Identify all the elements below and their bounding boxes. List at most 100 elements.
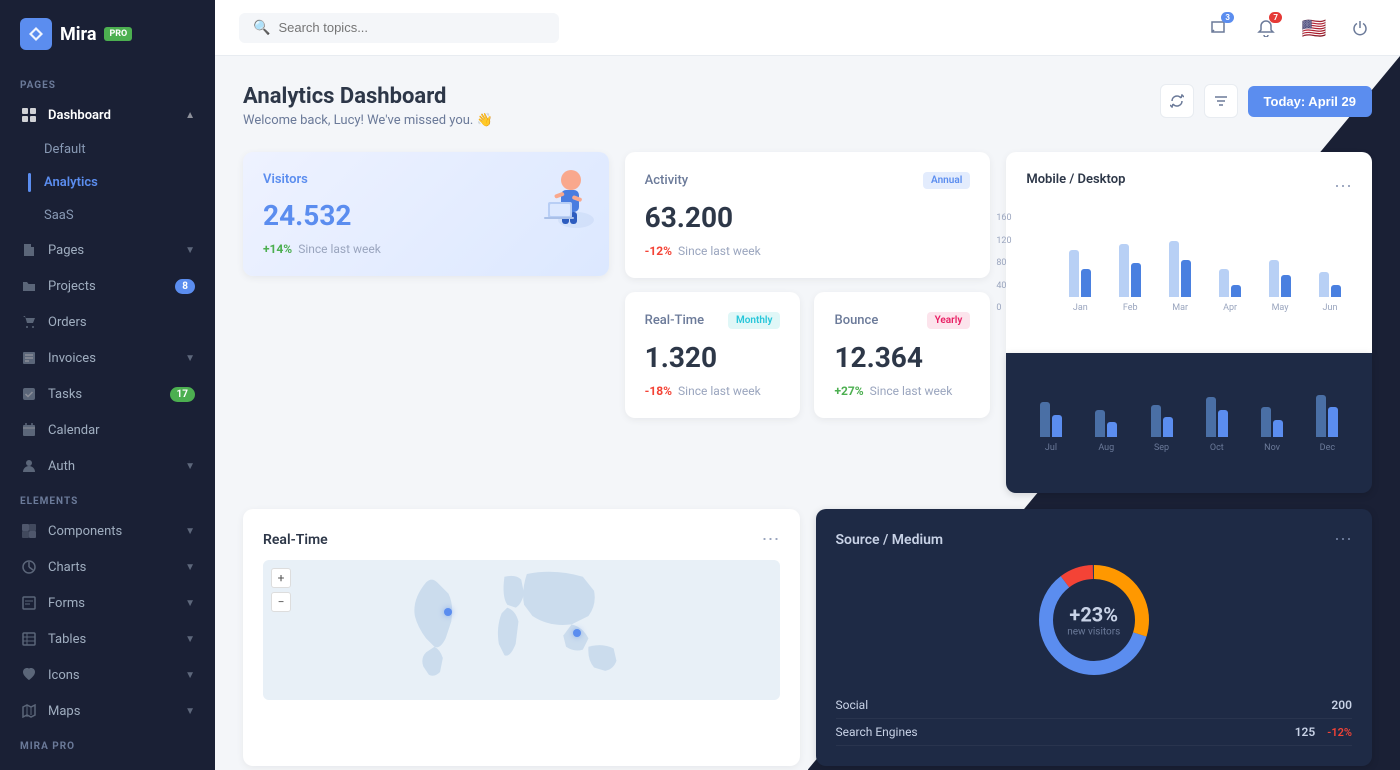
bar-dark-jul [1052,415,1062,438]
bar-dark-jan [1081,269,1091,297]
sidebar-item-components[interactable]: Components ▼ [0,513,215,549]
flag-button[interactable]: 🇺🇸 [1296,10,1332,46]
bar-chart-dark: Jul AugSepOct Nov Dec [1026,373,1352,473]
sidebar-item-projects[interactable]: Projects 8 [0,268,215,304]
bar-group-aug: Aug [1082,410,1131,454]
sidebar-item-icons[interactable]: Icons ▼ [0,657,215,693]
bar-group-jun: Jun [1308,272,1352,313]
notif-badge: 7 [1269,12,1282,23]
sidebar-item-orders[interactable]: Orders [0,304,215,340]
bar-dark-nov [1273,420,1283,438]
check-icon [20,385,38,403]
bar-dark-feb [1131,263,1141,297]
components-chevron: ▼ [185,526,195,537]
user-icon [20,457,38,475]
filter-button[interactable] [1204,84,1238,118]
source-header: Source / Medium ⋯ [836,529,1353,550]
sidebar-item-auth[interactable]: Auth ▼ [0,448,215,484]
mobile-chart-more[interactable]: ⋯ [1334,176,1352,197]
mobile-desktop-card-light: Mobile / Desktop ⋯ 160 120 80 40 0 [1006,152,1372,353]
sidebar-item-analytics[interactable]: Analytics [0,166,215,199]
realtime-value: 1.320 [645,341,781,374]
power-button[interactable] [1344,12,1376,44]
file-icon [20,241,38,259]
today-button[interactable]: Today: April 29 [1248,86,1372,117]
chat-badge: 3 [1221,12,1234,23]
sidebar-item-tables[interactable]: Tables ▼ [0,621,215,657]
bar-label-jan: Jan [1073,303,1088,313]
sidebar-item-calendar[interactable]: Calendar [0,412,215,448]
bar-chart-wrapper: 160 120 80 40 0 JanFebMarAprMayJun [1026,213,1352,333]
zoom-out-button[interactable]: − [271,592,291,612]
bar-group-may: May [1258,260,1302,314]
bar-group-sep: Sep [1137,405,1186,454]
maps-label: Maps [48,704,80,719]
sidebar-item-tasks[interactable]: Tasks 17 [0,376,215,412]
chat-button[interactable]: 3 [1200,10,1236,46]
bar-dark-jun [1331,285,1341,298]
realtime-stat-card: Real-Time Monthly 1.320 -18% Since last … [625,292,801,418]
refresh-button[interactable] [1160,84,1194,118]
source-search-change: -12% [1327,726,1352,739]
icons-chevron: ▼ [185,670,195,681]
pages-chevron: ▼ [185,245,195,256]
bar-light-mar [1169,241,1179,297]
bar-label-jun: Jun [1323,303,1338,313]
projects-badge: 8 [175,279,195,294]
sidebar-item-invoices[interactable]: Invoices ▼ [0,340,215,376]
app-name: Mira [60,24,96,45]
sidebar-item-default[interactable]: Default [0,133,215,166]
source-item-search: Search Engines 125 -12% [836,719,1353,746]
realtime-map-card: Real-Time ⋯ + − [243,509,800,766]
bounce-change-label: Since last week [870,384,953,398]
sidebar-item-forms[interactable]: Forms ▼ [0,585,215,621]
app-logo[interactable]: Mira PRO [0,0,215,68]
sidebar-item-saas[interactable]: SaaS [0,199,215,232]
sidebar-item-dashboard[interactable]: Dashboard ▲ [0,97,215,133]
bottom-stats-pair: Real-Time Monthly 1.320 -18% Since last … [625,292,991,418]
header-actions: Today: April 29 [1160,84,1372,118]
bar-group-dec: Dec [1303,395,1352,454]
bar-light-jun [1319,272,1329,297]
realtime-change-pct: -18% [645,384,672,398]
charts-icon [20,558,38,576]
bar-group-oct: Oct [1192,397,1241,453]
notifications-button[interactable]: 7 [1248,10,1284,46]
search-input[interactable] [278,20,545,35]
realtime-map-more[interactable]: ⋯ [762,529,780,550]
bar-label-jul: Jul [1045,443,1057,453]
map-dot-1 [573,629,581,637]
sidebar-item-maps[interactable]: Maps ▼ [0,693,215,729]
charts-chevron: ▼ [185,562,195,573]
tasks-label: Tasks [48,387,82,402]
source-more[interactable]: ⋯ [1334,529,1352,550]
bar-light-may [1269,260,1279,298]
y-axis: 160 120 80 40 0 [996,213,1011,313]
activity-value: 63.200 [645,201,971,234]
content-inner: Analytics Dashboard Welcome back, Lucy! … [243,84,1372,770]
top-stats-section: Visitors 24.532 +14% Since last week [243,152,1372,493]
icons-label: Icons [48,668,80,683]
realtime-change-label: Since last week [678,384,761,398]
visitors-change: +14% Since last week [263,242,589,256]
zoom-in-button[interactable]: + [271,568,291,588]
heart-icon [20,666,38,684]
mobile-chart-title: Mobile / Desktop [1026,172,1125,187]
activity-card: Activity Annual 63.200 -12% Since last w… [625,152,991,278]
calendar-icon [20,421,38,439]
bar-label-apr: Apr [1223,303,1237,313]
sidebar-item-charts[interactable]: Charts ▼ [0,549,215,585]
bar-label-nov: Nov [1264,443,1280,453]
default-label: Default [44,142,86,157]
search-box[interactable]: 🔍 [239,13,559,43]
bar-light-jan [1069,250,1079,297]
bounce-title: Bounce [834,313,878,328]
page-subtitle: Welcome back, Lucy! We've missed you. 👋 [243,113,493,128]
sidebar-item-pages[interactable]: Pages ▼ [0,232,215,268]
projects-label: Projects [48,279,96,294]
visitor-illustration [526,160,601,235]
cart-icon [20,313,38,331]
realtime-map-header: Real-Time ⋯ [263,529,780,550]
bounce-value: 12.364 [834,341,970,374]
bar-group-apr: Apr [1208,269,1252,313]
